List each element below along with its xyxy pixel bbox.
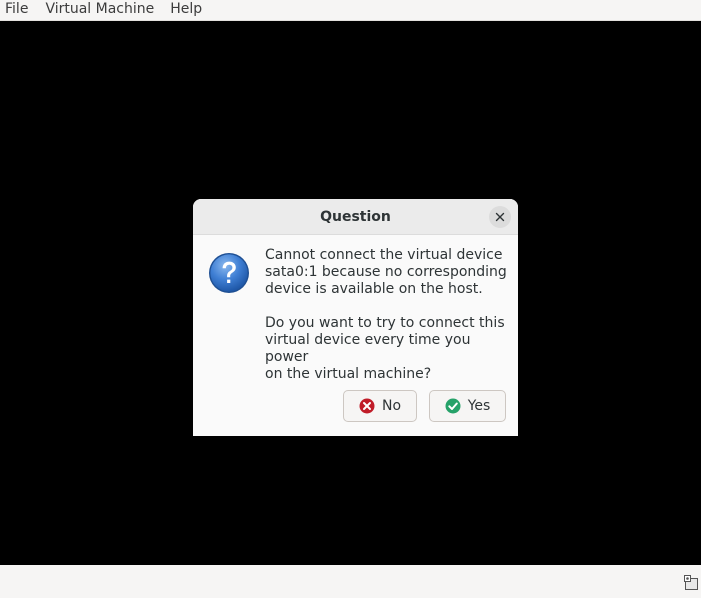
yes-icon <box>445 398 461 414</box>
close-icon <box>495 212 505 222</box>
menu-virtual-machine[interactable]: Virtual Machine <box>36 0 162 21</box>
status-bar <box>0 565 701 598</box>
menu-file[interactable]: File <box>0 0 36 21</box>
no-icon <box>359 398 375 414</box>
question-icon <box>209 253 249 293</box>
message-paragraph-2: Do you want to try to connect this virtu… <box>265 315 505 382</box>
yes-button-label: Yes <box>467 398 491 414</box>
no-button[interactable]: No <box>343 390 417 422</box>
message-paragraph-1: Cannot connect the virtual device sata0:… <box>265 247 507 297</box>
dialog-title: Question <box>320 209 391 225</box>
dialog-message: Cannot connect the virtual device sata0:… <box>265 247 510 383</box>
menubar: File Virtual Machine Help <box>0 0 701 21</box>
dialog-header: Question <box>193 199 518 235</box>
no-button-label: No <box>381 398 402 414</box>
close-button[interactable] <box>489 206 511 228</box>
yes-button[interactable]: Yes <box>429 390 506 422</box>
question-dialog: Question Cannot connect the virtual devi… <box>193 199 518 436</box>
menu-help[interactable]: Help <box>162 0 210 21</box>
removable-device-icon[interactable] <box>684 575 700 591</box>
